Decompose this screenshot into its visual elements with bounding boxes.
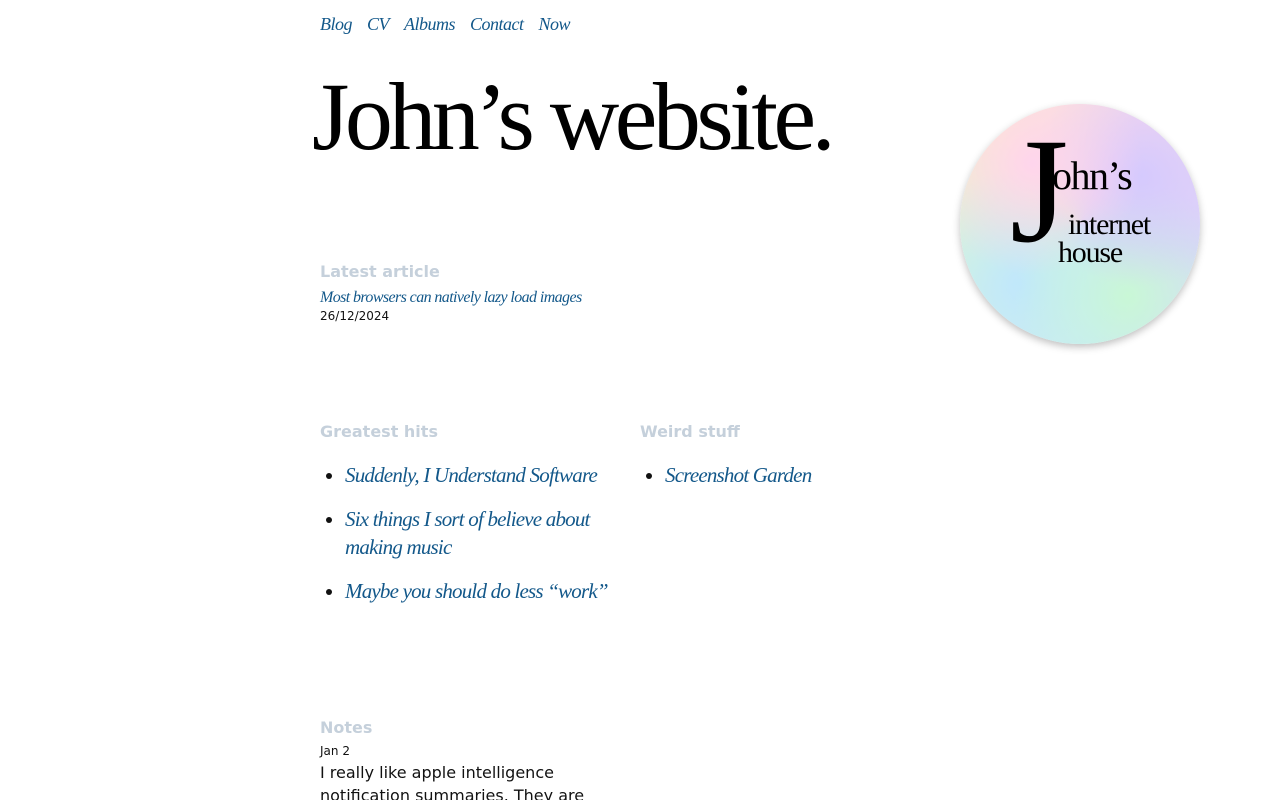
nav-link-albums[interactable]: Albums xyxy=(404,14,456,35)
list-item: Screenshot Garden xyxy=(665,461,940,489)
site-title: John’s website. xyxy=(312,63,836,170)
weird-stuff-list: Screenshot Garden xyxy=(640,461,940,489)
greatest-hit-link[interactable]: Six things I sort of believe about makin… xyxy=(345,507,590,559)
top-nav: Blog CV Albums Contact Now xyxy=(320,14,571,35)
greatest-hit-link[interactable]: Suddenly, I Understand Software xyxy=(345,463,598,487)
nav-link-blog[interactable]: Blog xyxy=(320,14,353,35)
logo-text-ohns: ohn’s xyxy=(1052,153,1133,198)
weird-stuff-section: Weird stuff Screenshot Garden xyxy=(640,422,940,505)
greatest-hit-link[interactable]: Maybe you should do less “work” xyxy=(345,579,609,603)
site-logo[interactable]: J ohn’s internet house xyxy=(960,104,1200,344)
logo-text-house: house xyxy=(1058,236,1123,269)
latest-article-heading: Latest article xyxy=(320,262,440,281)
notes-heading: Notes xyxy=(320,718,373,737)
nav-link-cv[interactable]: CV xyxy=(367,14,390,35)
list-item: Six things I sort of believe about makin… xyxy=(345,505,620,561)
list-item: Suddenly, I Understand Software xyxy=(345,461,620,489)
latest-article-date: 26/12/2024 xyxy=(320,309,390,323)
nav-link-contact[interactable]: Contact xyxy=(470,14,524,35)
weird-stuff-link[interactable]: Screenshot Garden xyxy=(665,463,812,487)
greatest-hits-section: Greatest hits Suddenly, I Understand Sof… xyxy=(320,422,620,621)
note-text: I really like apple intelligence notific… xyxy=(320,763,585,800)
greatest-hits-heading: Greatest hits xyxy=(320,422,438,441)
latest-article-link[interactable]: Most browsers can natively lazy load ima… xyxy=(320,289,582,307)
list-item: Maybe you should do less “work” xyxy=(345,577,620,605)
notes-section: Notes Jan 2 I really like apple intellig… xyxy=(320,718,620,800)
greatest-hits-list: Suddenly, I Understand Software Six thin… xyxy=(320,461,620,605)
nav-link-now[interactable]: Now xyxy=(539,14,571,35)
latest-article-section: Latest article Most browsers can nativel… xyxy=(320,262,582,323)
weird-stuff-heading: Weird stuff xyxy=(640,422,740,441)
note-date: Jan 2 xyxy=(320,744,350,758)
